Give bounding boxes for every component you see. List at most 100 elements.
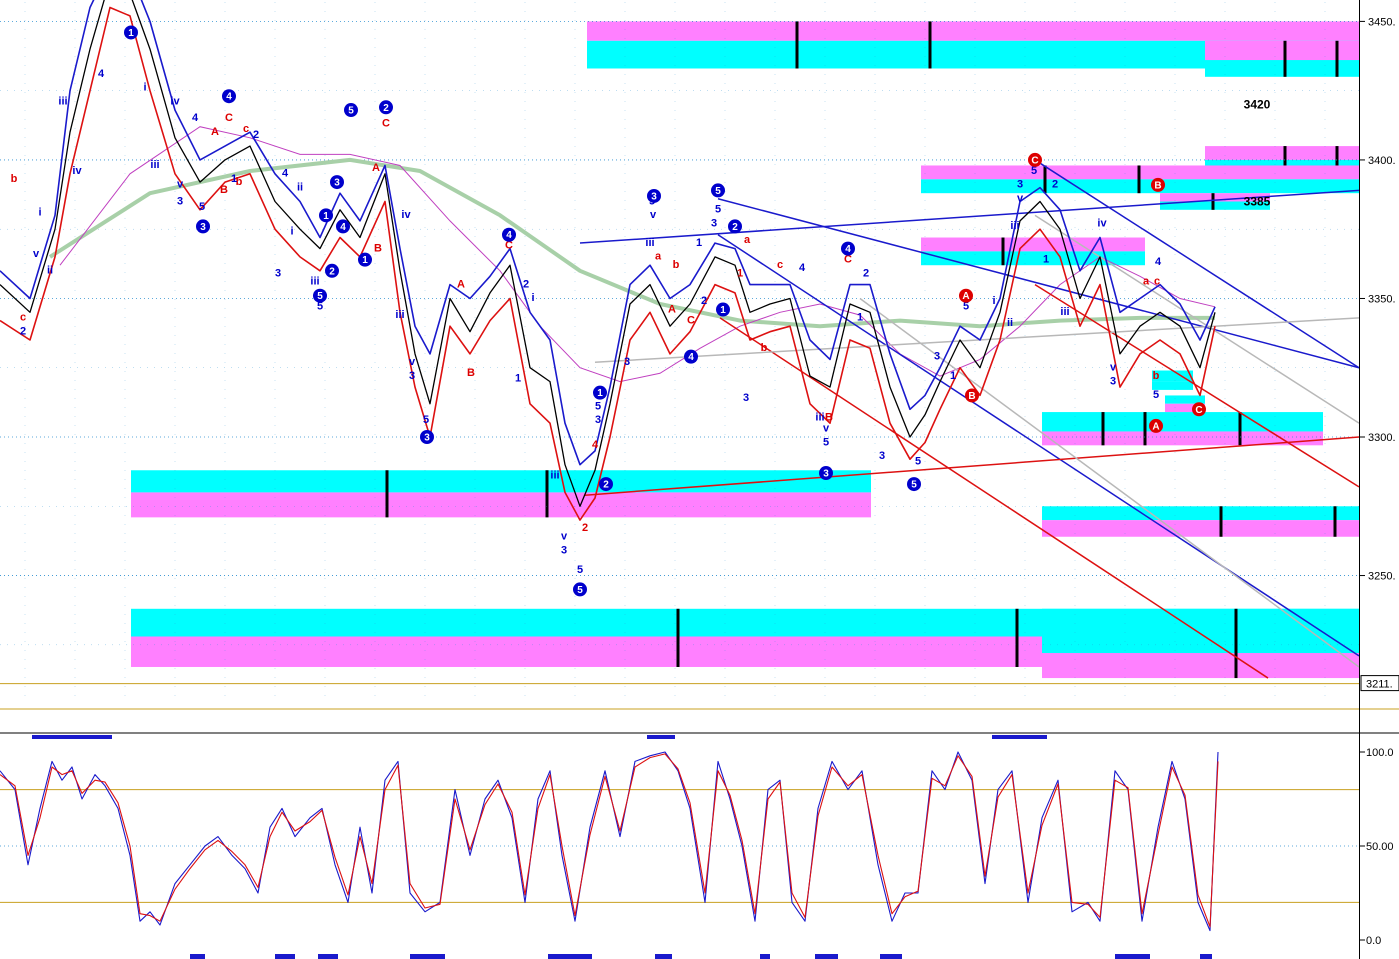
- wave-label-46: 3: [561, 544, 567, 556]
- bottom-strip-8: [880, 954, 902, 959]
- wave-label-83: ii: [1007, 317, 1013, 329]
- wave-label-16: C: [225, 112, 233, 124]
- wave-label-15: 5: [199, 201, 205, 213]
- wave-label-35: v: [409, 356, 416, 368]
- wave-label-93: 3: [1110, 375, 1116, 387]
- wave-label-57: b: [673, 259, 680, 271]
- wave-label-77: 3: [879, 450, 885, 462]
- wave-label-30: C: [382, 118, 390, 130]
- wave-circle-label-1: 4: [226, 92, 232, 103]
- wave-label-56: a: [655, 251, 662, 263]
- trend-line-1: [717, 197, 1360, 369]
- wave-label-97: b: [1153, 370, 1160, 382]
- wave-label-38: A: [457, 278, 465, 290]
- bottom-strip-9: [1115, 954, 1150, 959]
- last-price-label: 3211.: [1366, 679, 1393, 691]
- wave-circle-label-26: C: [1031, 155, 1038, 166]
- elliott-wave-chart: c2biiiiiviiv4iiv4iiiv35CABc2b14iii3iiiv5…: [0, 0, 1399, 959]
- wave-label-22: 1: [231, 173, 237, 185]
- wave-label-32: B: [374, 242, 382, 254]
- wave-label-5: iv: [72, 165, 82, 177]
- bottom-strip-5: [655, 954, 672, 959]
- wave-label-78: 5: [915, 456, 921, 468]
- trend-line-4: [584, 436, 1360, 496]
- wave-label-18: B: [220, 184, 228, 196]
- wave-label-43: 1: [515, 373, 521, 385]
- wave-label-7: v: [33, 248, 40, 260]
- upper-band-line: [0, 0, 1216, 466]
- wave-label-54: v: [650, 209, 657, 221]
- wave-circle-label-11: 3: [424, 433, 430, 444]
- wave-circle-label-8: 2: [329, 266, 335, 277]
- wave-label-45: v: [561, 531, 568, 543]
- top-strip-0: [32, 735, 112, 739]
- wave-circle-label-21: 4: [845, 244, 851, 255]
- wave-label-52: 3: [624, 356, 630, 368]
- wave-label-59: C: [687, 314, 695, 326]
- wave-label-60: 1: [696, 237, 702, 249]
- wave-label-81: 1: [950, 370, 956, 382]
- level-annotation-1: 3385: [1244, 194, 1271, 208]
- axis-layer: 3450. 3400. 3350. 3300. 3250. 3211. 100.0 50.00…: [1359, 0, 1399, 959]
- wave-label-33: iv: [401, 209, 411, 221]
- bottom-strip-7: [815, 954, 838, 959]
- osc-tick-label-1: 50.00: [1366, 841, 1394, 853]
- wave-label-4: iii: [58, 96, 67, 108]
- wave-label-94: a: [1143, 276, 1150, 288]
- price-tick-label-2: 3350.: [1368, 293, 1396, 305]
- chart-canvas: c2biiiiiviiv4iiv4iiiv35CABc2b14iii3iiiv5…: [0, 0, 1399, 959]
- wave-label-26: 3: [275, 267, 281, 279]
- wave-label-50: 3: [595, 414, 601, 426]
- wave-label-47: 5: [577, 564, 583, 576]
- wave-label-76: 5: [823, 436, 829, 448]
- wave-label-80: 3: [934, 350, 940, 362]
- wave-label-12: iii: [150, 159, 159, 171]
- wave-circle-label-17: 5: [715, 186, 721, 197]
- wave-label-67: 4: [799, 262, 806, 274]
- zone-0-marker-1: [928, 21, 932, 69]
- bottom-strip-1: [275, 954, 295, 959]
- wave-label-98: 5: [1153, 389, 1159, 401]
- zone-11-marker-1: [1015, 608, 1019, 667]
- zone-9-marker-1: [545, 470, 549, 518]
- wave-label-42: i: [531, 292, 534, 304]
- price-tick-label-1: 3400.: [1368, 155, 1396, 167]
- wave-label-41: 2: [523, 278, 529, 290]
- wave-circle-label-12: 4: [506, 230, 512, 241]
- wave-label-68: b: [761, 342, 768, 354]
- wave-label-13: v: [177, 179, 184, 191]
- wave-label-19: c: [243, 123, 249, 135]
- wave-label-88: 2: [1052, 179, 1058, 191]
- price-tick-label-3: 3300.: [1368, 432, 1396, 444]
- wave-label-82: i: [992, 295, 995, 307]
- wave-label-0: c: [20, 312, 26, 324]
- zone-5-upper: [921, 237, 1145, 252]
- wave-label-17: A: [211, 126, 219, 138]
- wave-circle-label-9: 1: [362, 255, 368, 266]
- wave-circle-label-6: 1: [323, 211, 329, 222]
- zone-12-lower: [1042, 653, 1359, 679]
- wave-circle-label-14: 1: [597, 388, 603, 399]
- wave-label-84: iii: [1010, 220, 1019, 232]
- wave-circle-label-0: 1: [128, 28, 134, 39]
- zone-1-marker-1: [1335, 40, 1339, 77]
- top-strip-2: [992, 735, 1047, 739]
- zone-8-marker-2: [1238, 412, 1242, 446]
- wave-label-62: 3: [711, 217, 717, 229]
- zone-5-lower: [921, 251, 1145, 266]
- zone-9-lower: [131, 492, 871, 518]
- wave-label-20: 2: [253, 129, 259, 141]
- zone-3-marker-1: [1137, 165, 1141, 194]
- zone-10-marker-0: [1219, 506, 1223, 537]
- zone-10-lower: [1042, 520, 1359, 537]
- wave-circle-label-19: 1: [720, 305, 726, 316]
- wave-circle-label-10: 5: [317, 291, 323, 302]
- wave-label-86: 3: [1017, 179, 1023, 191]
- wave-label-6: ii: [47, 265, 53, 277]
- wave-label-9: i: [143, 82, 146, 94]
- top-strip-1: [647, 735, 675, 739]
- wave-circle-label-5: 3: [334, 178, 340, 189]
- wave-circle-label-3: 5: [348, 106, 354, 117]
- zone-8-marker-1: [1143, 412, 1147, 446]
- wave-label-37: 5: [423, 414, 429, 426]
